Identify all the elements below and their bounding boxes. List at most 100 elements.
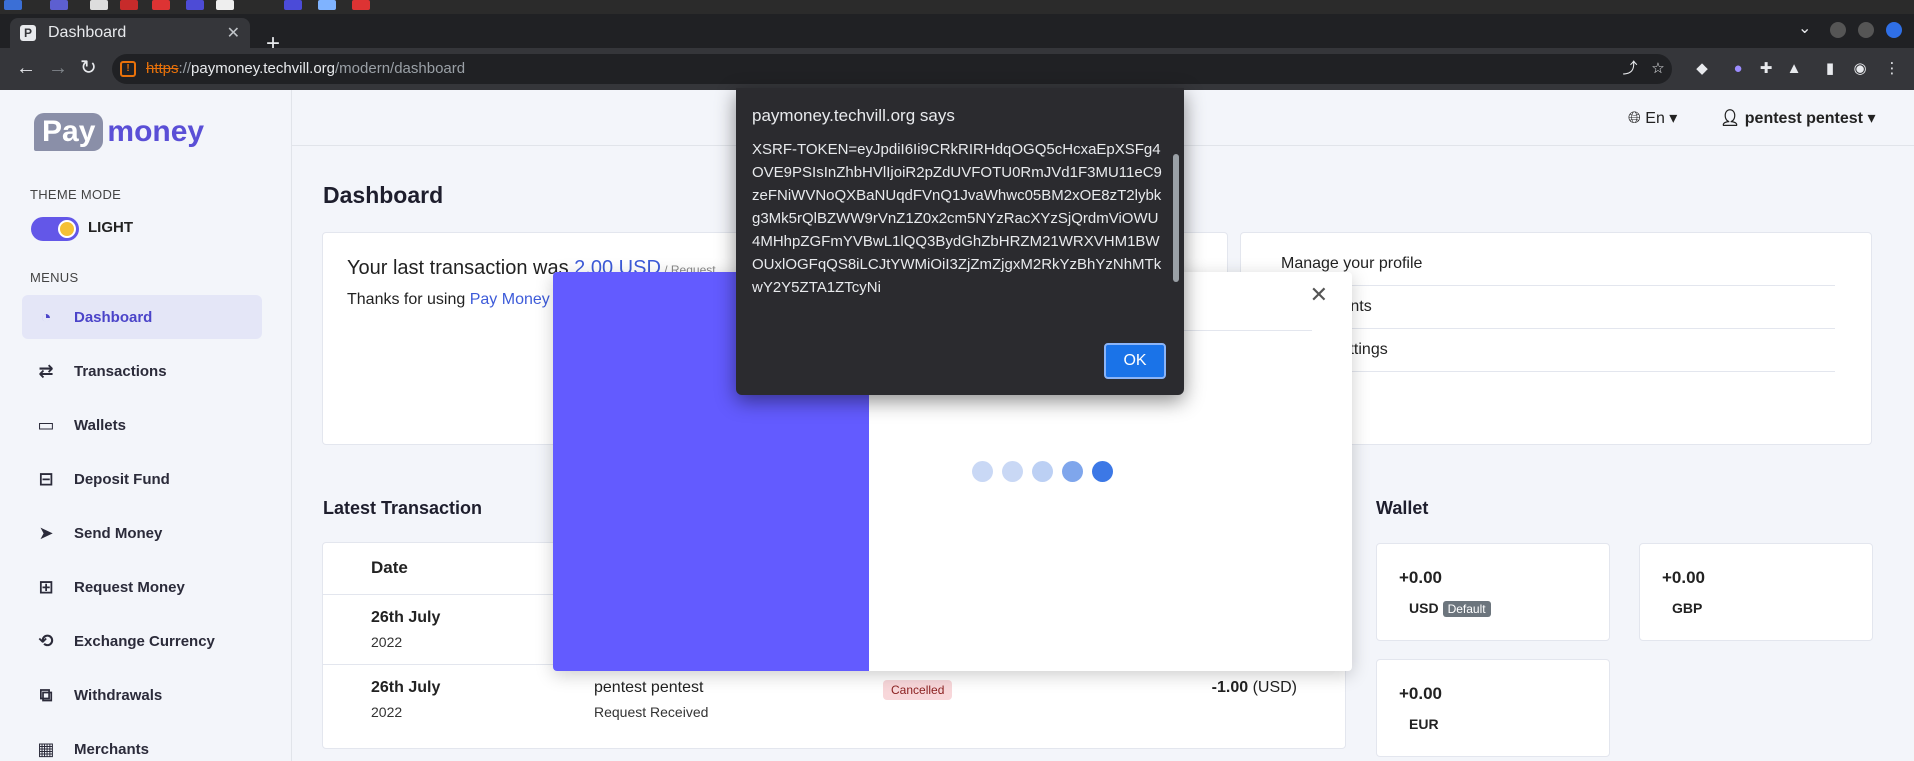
ok-button[interactable]: OK bbox=[1104, 343, 1166, 379]
language-selector[interactable]: 🌐︎ En ▾ bbox=[1628, 108, 1677, 128]
merchant-icon: ▦ bbox=[37, 738, 55, 759]
js-alert-dialog: paymoney.techvill.org says XSRF-TOKEN=ey… bbox=[736, 88, 1184, 395]
tx-amount: -1.00 (USD) bbox=[1211, 679, 1297, 696]
alert-title: paymoney.techvill.org says bbox=[752, 106, 955, 125]
taskbar-app-icon[interactable] bbox=[284, 0, 302, 10]
reload-icon[interactable]: ↻ bbox=[80, 58, 97, 78]
tab-close-icon[interactable]: ✕ bbox=[227, 23, 240, 43]
minimize-icon[interactable] bbox=[1830, 22, 1846, 38]
tx-date: 26th July bbox=[371, 609, 441, 626]
wallet-currency: USD Default bbox=[1409, 600, 1491, 617]
send-icon: ➤ bbox=[38, 522, 54, 543]
table-row[interactable]: 26th July 2022 pentest pentest Request R… bbox=[323, 665, 1345, 735]
sidebar-item-label: Deposit Fund bbox=[74, 470, 170, 488]
deposit-icon: ⊟ bbox=[38, 468, 54, 489]
sidebar-item-wallets[interactable]: ▭ Wallets bbox=[22, 403, 262, 447]
tab-search-icon[interactable]: ⌄ bbox=[1798, 18, 1811, 38]
transactions-icon: ⇄ bbox=[38, 360, 54, 381]
language-value: En bbox=[1645, 110, 1665, 127]
wallet-balance: +0.00 bbox=[1399, 684, 1443, 703]
side-panel-icon[interactable]: ▮ bbox=[1822, 61, 1838, 77]
sidebar: Pay money THEME MODE LIGHT MENUS ◔ Dashb… bbox=[0, 90, 292, 761]
taskbar-app-icon[interactable] bbox=[318, 0, 336, 10]
sidebar-item-request-money[interactable]: ⊞ Request Money bbox=[22, 565, 262, 609]
menus-label: MENUS bbox=[30, 270, 79, 285]
exchange-icon: ⟲ bbox=[38, 630, 54, 651]
wallet-currency: EUR bbox=[1409, 716, 1439, 732]
maximize-icon[interactable] bbox=[1858, 22, 1874, 38]
modal-close-icon[interactable]: ✕ bbox=[1310, 282, 1328, 308]
wallet-card-gbp[interactable]: +0.00 GBP bbox=[1639, 543, 1873, 641]
date-column-header: Date bbox=[371, 558, 408, 577]
withdrawal-icon: ⧉ bbox=[39, 684, 53, 705]
lab-flask-icon[interactable]: ▲ bbox=[1786, 61, 1802, 77]
tab-title: Dashboard bbox=[48, 24, 127, 41]
browser-tab-bar: P Dashboard ✕ + ⌄ bbox=[0, 14, 1914, 56]
sidebar-item-label: Send Money bbox=[74, 524, 163, 542]
extensions-puzzle-icon[interactable]: ✚ bbox=[1758, 61, 1774, 77]
user-menu[interactable]: 👤︎ pentest pentest ▾ bbox=[1720, 108, 1876, 128]
sidebar-item-dashboard[interactable]: ◔ Dashboard bbox=[22, 295, 262, 339]
sidebar-item-exchange-currency[interactable]: ⟲ Exchange Currency bbox=[22, 619, 262, 663]
taskbar-app-icon[interactable] bbox=[50, 0, 68, 10]
sidebar-item-label: Transactions bbox=[74, 362, 167, 380]
extension-icon[interactable]: ◆ bbox=[1694, 61, 1710, 77]
bookmark-star-icon[interactable]: ☆ bbox=[1650, 61, 1666, 77]
share-icon[interactable]: ⤴ bbox=[1622, 61, 1638, 77]
quick-link-withdrawal-settings[interactable]: drawal settings bbox=[1281, 329, 1835, 372]
back-icon[interactable]: ← bbox=[16, 58, 36, 78]
sidebar-item-withdrawals[interactable]: ⧉ Withdrawals bbox=[22, 673, 262, 717]
browser-tab[interactable]: P Dashboard ✕ bbox=[10, 18, 250, 48]
taskbar-app-icon[interactable] bbox=[90, 0, 108, 10]
taskbar-app-icon[interactable] bbox=[216, 0, 234, 10]
theme-toggle[interactable] bbox=[31, 217, 79, 241]
sidebar-item-label: Wallets bbox=[74, 416, 126, 434]
quick-link-profile[interactable]: Manage your profile bbox=[1281, 243, 1835, 286]
close-window-icon[interactable] bbox=[1886, 22, 1902, 38]
forward-icon[interactable]: → bbox=[48, 58, 68, 78]
taskbar-app-icon[interactable] bbox=[152, 0, 170, 10]
browser-toolbar: ← → ↻ ! https://paymoney.techvill.org/mo… bbox=[0, 48, 1914, 90]
loading-dot bbox=[972, 461, 993, 482]
sidebar-item-send-money[interactable]: ➤ Send Money bbox=[22, 511, 262, 555]
taskbar-app-icon[interactable] bbox=[120, 0, 138, 10]
page-title: Dashboard bbox=[323, 182, 444, 208]
default-badge: Default bbox=[1442, 601, 1491, 617]
sidebar-item-merchants[interactable]: ▦ Merchants bbox=[22, 727, 262, 761]
wallet-card-usd[interactable]: +0.00 USD Default bbox=[1376, 543, 1610, 641]
quick-link-tickets[interactable]: kets bbox=[1281, 372, 1835, 415]
sidebar-item-transactions[interactable]: ⇄ Transactions bbox=[22, 349, 262, 393]
url-text[interactable]: https://paymoney.techvill.org/modern/das… bbox=[146, 60, 465, 77]
address-bar[interactable]: ! https://paymoney.techvill.org/modern/d… bbox=[112, 54, 1672, 84]
browser-menu-icon[interactable]: ⋮ bbox=[1884, 61, 1900, 77]
sidebar-item-label: Withdrawals bbox=[74, 686, 163, 704]
brand-link[interactable]: Pay Money bbox=[470, 291, 550, 308]
sidebar-item-deposit-fund[interactable]: ⊟ Deposit Fund bbox=[22, 457, 262, 501]
extension-icon[interactable]: ● bbox=[1730, 61, 1746, 77]
sun-icon bbox=[58, 220, 76, 238]
loading-dot bbox=[1092, 461, 1113, 482]
tx-type: Request Received bbox=[594, 704, 709, 720]
taskbar-app-icon[interactable] bbox=[352, 0, 370, 10]
taskbar-app-icon[interactable] bbox=[186, 0, 204, 10]
not-secure-icon[interactable]: ! bbox=[120, 61, 136, 77]
request-icon: ⊞ bbox=[38, 576, 54, 597]
wallet-balance: +0.00 bbox=[1399, 568, 1443, 587]
globe-icon: 🌐︎ bbox=[1628, 110, 1641, 127]
scrollbar-thumb[interactable] bbox=[1173, 154, 1179, 282]
wallet-card-eur[interactable]: +0.00 EUR bbox=[1376, 659, 1610, 757]
launcher-icon[interactable] bbox=[4, 0, 22, 10]
logo[interactable]: Pay money bbox=[34, 104, 204, 160]
alert-scrollbar[interactable] bbox=[1172, 140, 1180, 326]
alert-message: XSRF-TOKEN=eyJpdiI6Ii9CRkRIRHdqOGQ5cHcxa… bbox=[752, 141, 1162, 296]
status-badge: Cancelled bbox=[883, 680, 953, 700]
favicon-icon: P bbox=[20, 25, 36, 41]
theme-mode-value: LIGHT bbox=[88, 219, 133, 236]
profile-avatar-icon[interactable]: ◉ bbox=[1852, 61, 1868, 77]
logo-pay: Pay bbox=[34, 113, 104, 151]
tx-date: 26th July bbox=[371, 679, 441, 696]
sidebar-item-label: Request Money bbox=[74, 578, 185, 596]
sidebar-item-label: Dashboard bbox=[74, 308, 153, 326]
wallet-currency: GBP bbox=[1672, 600, 1703, 616]
quick-link-merchants[interactable]: w merchants bbox=[1281, 286, 1835, 329]
